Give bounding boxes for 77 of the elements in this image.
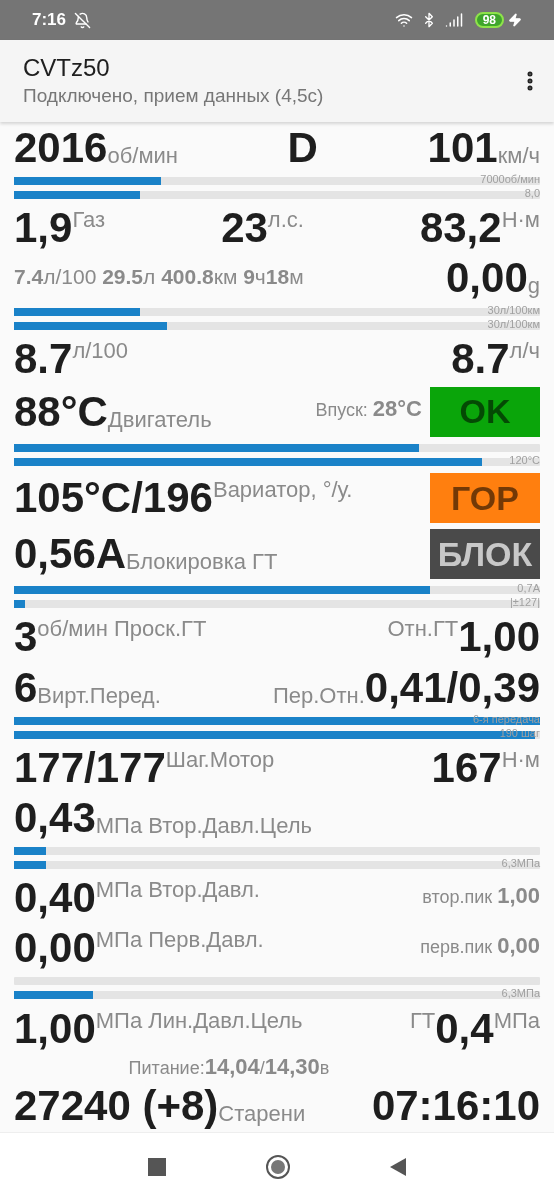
reading-value: 23 bbox=[221, 206, 268, 251]
reading-label: МПа Втор.Давл.Цель bbox=[95, 813, 312, 838]
back-button[interactable] bbox=[390, 1157, 406, 1176]
reading-value: 8.7 bbox=[451, 336, 510, 381]
reading-value: 07:16:10 bbox=[371, 1083, 540, 1128]
reading-label: ГТ bbox=[409, 1008, 436, 1033]
reading-value: 1,00 bbox=[458, 615, 540, 660]
reading-value: 0,43 bbox=[14, 795, 96, 840]
status-badge: OK bbox=[430, 386, 540, 437]
reading-label: МПа Втор.Давл. bbox=[95, 878, 260, 903]
reading-value: 105°C/196 bbox=[14, 476, 213, 520]
scale-label: 30л/100км bbox=[487, 317, 540, 331]
reading-label: км/ч bbox=[497, 144, 540, 168]
reading-value: 1,9 bbox=[14, 206, 73, 251]
recents-button[interactable] bbox=[148, 1157, 166, 1176]
reading-label: Отн.ГТ bbox=[387, 617, 459, 642]
reading-label: л/ч bbox=[509, 338, 540, 363]
scale-label: 6,3МПа bbox=[501, 987, 540, 1001]
reading-value: D bbox=[287, 126, 318, 170]
scale-label: 30л/100км bbox=[487, 303, 540, 317]
reading-note: Впуск: 28°C bbox=[315, 398, 422, 422]
reading-label: МПа Лин.Давл.Цель bbox=[95, 1008, 303, 1033]
reading-value: 0,56А bbox=[14, 532, 127, 577]
reading-label: МПа bbox=[493, 1008, 540, 1033]
status-time: 7:16 bbox=[32, 9, 67, 32]
reading-value: 3 bbox=[14, 615, 38, 660]
reading-value: 0,00 bbox=[14, 926, 96, 971]
reading-label: g bbox=[527, 274, 540, 299]
reading-value: 0,4 bbox=[435, 1006, 494, 1051]
reading-label: МПа Перв.Давл. bbox=[95, 928, 264, 953]
reading-note: перв.пик 0,00 bbox=[420, 934, 540, 958]
wifi-icon bbox=[394, 11, 413, 29]
reading-value: 88°C bbox=[14, 389, 108, 434]
scale-label: 0,7А bbox=[517, 582, 540, 596]
scale-label: 7000об/мин bbox=[480, 173, 540, 187]
reading-label: Двигатель bbox=[107, 407, 212, 432]
app-subtitle: Подключено, прием данных (4,5с) bbox=[23, 84, 325, 108]
trip-summary: 7.4л/100 29.5л 400.8км 9ч18м bbox=[14, 265, 304, 290]
reading-label: Вариатор, °/у. bbox=[212, 478, 353, 502]
reading-label: Н·м bbox=[501, 208, 540, 233]
reading-label: Вирт.Перед. bbox=[37, 683, 161, 708]
reading-label: Старени bbox=[218, 1101, 306, 1126]
reading-value: 177/177 bbox=[14, 745, 166, 790]
reading-value: 83,2 bbox=[419, 206, 502, 251]
reading-value: 0,00 bbox=[446, 256, 528, 301]
battery-indicator: 98 bbox=[474, 12, 504, 28]
muted-bell-icon bbox=[74, 11, 92, 29]
reading-label: л.с. bbox=[267, 208, 304, 233]
reading-label: Газ bbox=[72, 208, 106, 233]
signal-icon bbox=[444, 11, 463, 29]
reading-value: 101 bbox=[427, 126, 498, 170]
reading-value: 6 bbox=[14, 665, 38, 710]
reading-value: 167 bbox=[431, 745, 502, 790]
scale-label: 8,0 bbox=[524, 187, 540, 201]
scale-label: |±127| bbox=[509, 596, 540, 610]
reading-note: втор.пик 1,00 bbox=[422, 884, 540, 908]
status-badge: БЛОК bbox=[430, 529, 540, 580]
app-title: CVTz50 bbox=[23, 53, 111, 83]
reading-label: Шаг.Мотор bbox=[165, 747, 275, 772]
scale-label: 120°C bbox=[509, 453, 540, 467]
reading-value: 1,00 bbox=[14, 1006, 96, 1051]
reading-label: Пер.Отн. bbox=[272, 683, 365, 708]
reading-label: об/мин bbox=[107, 144, 178, 168]
reading-value: 27240 (+8) bbox=[14, 1083, 219, 1128]
reading-value: 0,41/0,39 bbox=[364, 665, 540, 710]
status-badge: ГОР bbox=[430, 473, 540, 523]
reading-value: 8.7 bbox=[14, 336, 73, 381]
reading-label: об/мин Проск.ГТ bbox=[37, 617, 207, 642]
reading-value: 0,40 bbox=[14, 876, 96, 921]
reading-value: 2016 bbox=[14, 126, 108, 170]
home-button[interactable] bbox=[266, 1154, 290, 1179]
reading-label: Н·м bbox=[501, 747, 540, 772]
reading-label: л/100 bbox=[72, 338, 129, 363]
charging-icon bbox=[508, 13, 522, 27]
reading-label: Блокировка ГТ bbox=[126, 550, 278, 575]
scale-label: 6,3МПа bbox=[501, 857, 540, 870]
supply-voltage: Питание:14,04/14,30в bbox=[128, 1056, 330, 1078]
